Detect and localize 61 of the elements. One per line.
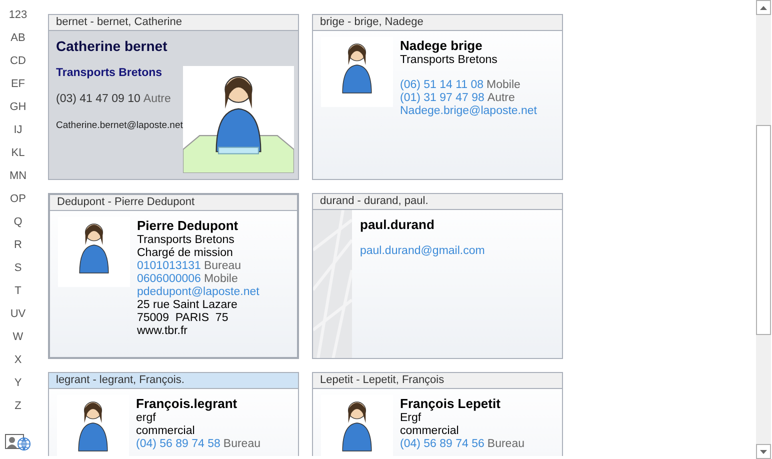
index-letter[interactable]: KL xyxy=(11,145,25,168)
index-letter[interactable]: IJ xyxy=(14,122,22,145)
phone-type: Bureau xyxy=(223,438,260,451)
index-letter[interactable]: OP xyxy=(10,191,26,214)
phone-type: Mobile xyxy=(486,79,520,92)
index-letter[interactable]: MN xyxy=(9,168,27,191)
index-letter[interactable]: Q xyxy=(14,214,22,237)
contact-name: paul.durand xyxy=(360,217,436,233)
index-letter[interactable]: GH xyxy=(10,99,26,122)
contact-card[interactable]: bernet - bernet, Catherine Catherine bernet Transports Bretons (03) 41 47 09 10 Autre Catherine.bernet@laposte.net xyxy=(48,14,299,180)
contact-card[interactable]: durand - durand, paul. paul.durand paul.durand@gmail.com xyxy=(312,193,563,359)
scrollbar-thumb[interactable] xyxy=(756,125,771,335)
index-letter[interactable]: Z xyxy=(14,398,22,421)
index-letter[interactable]: X xyxy=(14,352,22,375)
index-letter[interactable]: EF xyxy=(10,76,26,99)
contact-detail: commercial xyxy=(136,425,196,438)
card-header: Dedupont - Pierre Dedupont xyxy=(50,195,297,211)
contact-detail: www.tbr.fr xyxy=(137,325,188,338)
phone-type: Autre xyxy=(143,93,171,106)
contact-card[interactable]: legrant - legrant, François. François.legrant ergf commercial (04) 56 89 74 58 Bureau xyxy=(48,372,299,456)
contact-name: Nadege brige xyxy=(400,38,484,54)
card-header: durand - durand, paul. xyxy=(313,194,562,210)
company-name: Transports Bretons xyxy=(137,234,236,247)
phone-type: Autre xyxy=(487,92,515,105)
contact-name: Pierre Dedupont xyxy=(137,218,240,234)
index-letter[interactable]: CD xyxy=(10,53,26,76)
contact-name: François.legrant xyxy=(136,396,238,412)
scrollbar[interactable] xyxy=(756,0,771,459)
up-arrow-icon xyxy=(760,6,767,10)
index-letter[interactable]: Y xyxy=(14,375,22,398)
company-name: Ergf xyxy=(400,412,422,425)
scroll-down-button[interactable] xyxy=(756,444,771,459)
contact-detail: 75009 PARIS 75 xyxy=(137,312,230,325)
card-header: bernet - bernet, Catherine xyxy=(49,15,298,31)
scroll-up-button[interactable] xyxy=(756,0,771,15)
contact-name: Catherine bernet xyxy=(56,38,168,54)
contact-detail: commercial xyxy=(400,425,460,438)
contact-detail: 25 rue Saint Lazare xyxy=(137,299,238,312)
company-name: Transports Bretons xyxy=(400,54,498,67)
card-header: Lepetit - Lepetit, François xyxy=(313,373,562,389)
down-arrow-icon xyxy=(760,450,767,454)
card-header: legrant - legrant, François. xyxy=(49,373,298,389)
card-header: brige - brige, Nadege xyxy=(313,15,562,31)
index-letter[interactable]: T xyxy=(14,283,22,306)
company-name: Transports Bretons xyxy=(56,67,164,80)
index-letter[interactable]: 123 xyxy=(8,7,28,30)
index-letter[interactable]: AB xyxy=(10,30,26,53)
phone-type: Bureau xyxy=(204,260,242,273)
contact-card[interactable]: Lepetit - Lepetit, François François Lepetit Ergf commercial (04) 56 89 74 56 Bureau xyxy=(312,372,563,456)
company-name: ergf xyxy=(136,412,157,425)
index-letter[interactable]: W xyxy=(12,329,24,352)
index-letter[interactable]: UV xyxy=(10,306,26,329)
email-address: Catherine.bernet@laposte.net xyxy=(56,119,183,132)
contact-globe-icon[interactable] xyxy=(5,434,31,450)
phone-number: (03) 41 47 09 10 xyxy=(56,93,140,106)
contact-detail: Chargé de mission xyxy=(137,247,234,260)
index-letter[interactable]: S xyxy=(14,260,22,283)
phone-type: Bureau xyxy=(487,438,524,451)
contact-name: François Lepetit xyxy=(400,396,502,412)
phone-type: Mobile xyxy=(204,273,238,286)
index-letter[interactable]: R xyxy=(14,237,22,260)
